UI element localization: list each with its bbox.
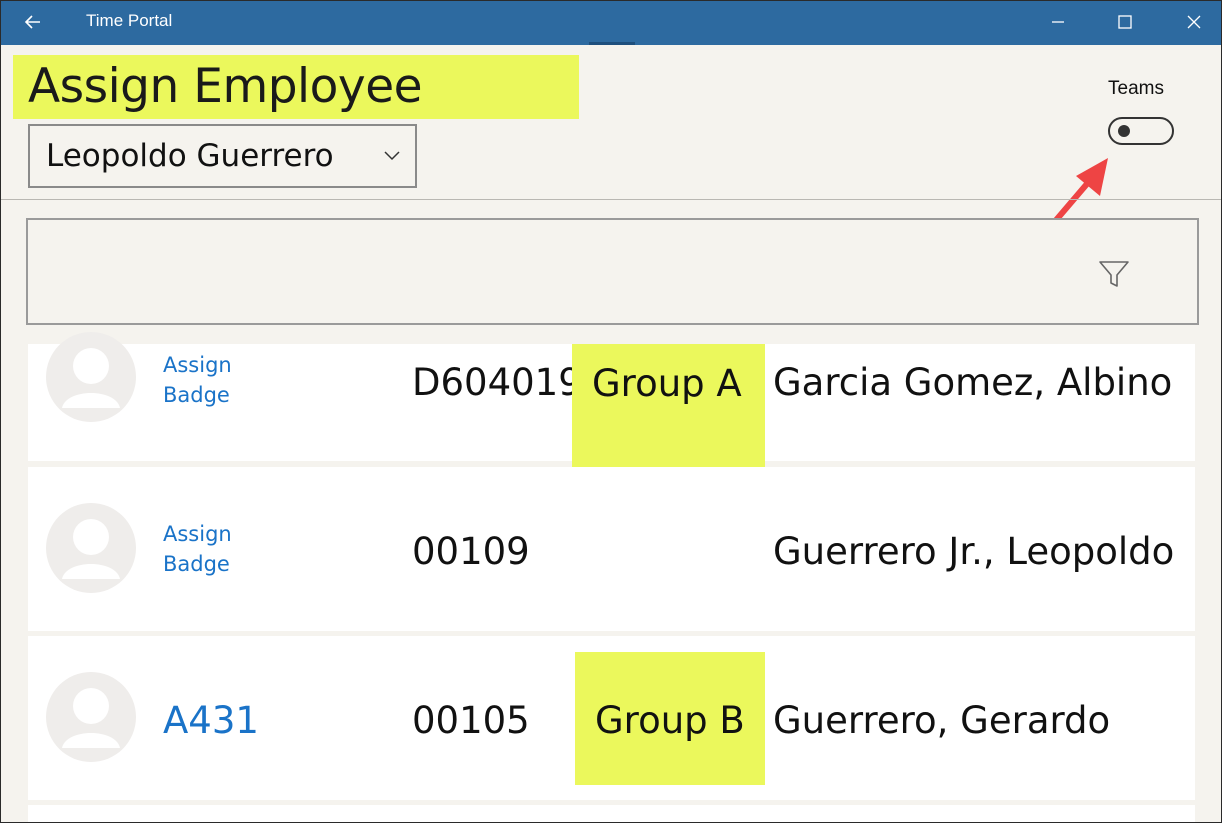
search-filter-box[interactable]: [26, 218, 1199, 325]
maximize-icon: [1118, 15, 1132, 29]
employee-select[interactable]: Leopoldo Guerrero: [28, 124, 417, 188]
assign-badge-line1: Assign: [163, 522, 232, 546]
maximize-button[interactable]: [1105, 6, 1145, 38]
group-label: Group B: [575, 652, 765, 785]
group-label: Group A: [572, 344, 765, 480]
minimize-icon: [1052, 21, 1064, 23]
page-title: Assign Employee Badges: [13, 55, 579, 178]
arrow-left-icon: [24, 15, 40, 29]
assign-badge-link[interactable]: Assign Badge: [163, 350, 232, 410]
titlebar-focus-indicator: [589, 42, 635, 45]
assign-badge-line2: Badge: [163, 552, 230, 576]
employee-name: Guerrero, Gerardo: [773, 699, 1111, 742]
back-button[interactable]: [18, 8, 48, 36]
close-button[interactable]: [1174, 6, 1214, 38]
list-item[interactable]: [28, 805, 1195, 823]
teams-toggle[interactable]: [1108, 117, 1174, 145]
close-icon: [1187, 15, 1201, 29]
chevron-down-icon: [384, 151, 400, 161]
employee-name: Garcia Gomez, Albino: [773, 361, 1173, 404]
list-item[interactable]: Assign Badge 00109 Guerrero Jr., Leopold…: [28, 467, 1195, 631]
employee-id: 00109: [412, 530, 530, 573]
badge-number-link[interactable]: A431: [163, 699, 259, 742]
title-bar: Time Portal: [0, 0, 1222, 45]
assign-badge-line2: Badge: [163, 383, 230, 407]
employee-id: 00105: [412, 699, 530, 742]
header-separator: [0, 199, 1222, 200]
avatar-placeholder-icon: [46, 503, 136, 593]
toggle-knob: [1118, 125, 1130, 137]
avatar-placeholder-icon: [46, 332, 136, 422]
assign-badge-link[interactable]: Assign Badge: [163, 519, 232, 579]
teams-label: Teams: [1108, 78, 1164, 99]
minimize-button[interactable]: [1038, 6, 1078, 38]
employee-select-value: Leopoldo Guerrero: [46, 138, 334, 174]
avatar-placeholder-icon: [46, 672, 136, 762]
assign-badge-line1: Assign: [163, 353, 232, 377]
filter-icon[interactable]: [1098, 258, 1130, 290]
employee-name: Guerrero Jr., Leopoldo: [773, 530, 1175, 573]
employee-id: D604019: [412, 361, 582, 404]
app-title: Time Portal: [86, 11, 173, 30]
